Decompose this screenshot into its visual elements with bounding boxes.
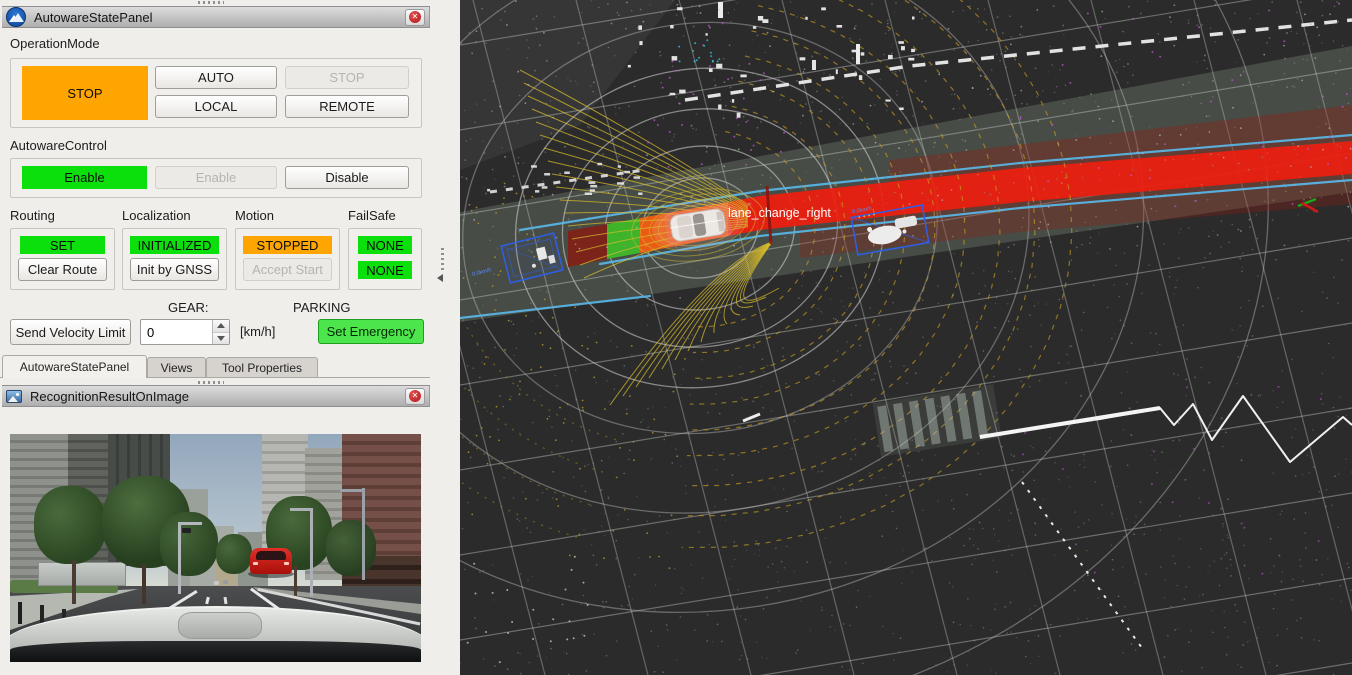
splitter-handle[interactable] xyxy=(441,248,444,270)
localization-label: Localization xyxy=(122,208,191,223)
init-by-gnss-button[interactable]: Init by GNSS xyxy=(130,258,219,281)
velocity-limit-spinbox[interactable] xyxy=(140,319,230,345)
splitter-collapse-arrow[interactable] xyxy=(437,274,443,282)
autoware-control-label: AutowareControl xyxy=(10,138,107,153)
traffic-signal xyxy=(182,528,191,533)
gear-label: GEAR: xyxy=(168,300,208,315)
behavior-state-label: lane_change_right xyxy=(728,206,831,220)
recognition-panel-titlebar[interactable]: RecognitionResultOnImage xyxy=(2,385,430,407)
distant-car xyxy=(214,581,219,585)
tree-trunk xyxy=(72,560,76,604)
motion-label: Motion xyxy=(235,208,274,223)
spinner-up-button[interactable] xyxy=(213,320,229,333)
autoware-logo-icon xyxy=(6,7,26,27)
state-panel-close-button[interactable] xyxy=(405,9,425,26)
accept-start-button[interactable]: Accept Start xyxy=(243,258,332,281)
street-pole-arm xyxy=(290,508,313,511)
failsafe-label: FailSafe xyxy=(348,208,396,223)
motion-state-badge: STOPPED xyxy=(243,236,332,254)
tree xyxy=(216,534,252,574)
set-emergency-button[interactable]: Set Emergency xyxy=(318,319,424,344)
recognition-panel-title: RecognitionResultOnImage xyxy=(30,389,405,404)
disable-control-button[interactable]: Disable xyxy=(285,166,409,189)
stop-mode-button[interactable]: STOP xyxy=(285,66,409,89)
red-car-taillight xyxy=(253,562,258,565)
rviz-3d-viewport[interactable]: 0.0km/h 0.0km/h lane_change_right xyxy=(460,0,1352,675)
kmh-unit-label: [km/h] xyxy=(240,324,275,339)
tab-tool-properties[interactable]: Tool Properties xyxy=(206,357,318,378)
red-car-taillight xyxy=(284,562,289,565)
dock-drag-handle-2[interactable] xyxy=(198,381,224,384)
velocity-limit-input[interactable] xyxy=(141,320,212,344)
ego-hood-pod xyxy=(178,612,262,639)
close-icon xyxy=(409,11,421,23)
tree xyxy=(326,520,376,576)
failsafe-mrm-state-badge: NONE xyxy=(358,236,412,254)
remote-mode-button[interactable]: REMOTE xyxy=(285,95,409,118)
close-icon xyxy=(409,390,421,402)
operation-mode-label: OperationMode xyxy=(10,36,100,51)
street-pole xyxy=(362,488,365,580)
street-pole-arm xyxy=(340,489,365,492)
street-pole xyxy=(178,522,181,594)
camera-image xyxy=(10,434,421,662)
guard-post xyxy=(18,602,22,624)
ego-dashboard xyxy=(10,641,421,662)
send-velocity-limit-button[interactable]: Send Velocity Limit xyxy=(10,319,131,345)
state-panel-title: AutowareStatePanel xyxy=(34,10,405,25)
routing-label: Routing xyxy=(10,208,55,223)
dock-drag-handle[interactable] xyxy=(198,1,224,4)
image-panel-icon xyxy=(6,390,22,403)
arrow-up-icon xyxy=(217,323,225,328)
state-panel-titlebar[interactable]: AutowareStatePanel xyxy=(2,6,430,28)
bus-shelter xyxy=(38,562,126,586)
red-car-window xyxy=(256,551,286,560)
routing-state-badge: SET xyxy=(20,236,105,254)
street-pole-arm xyxy=(178,522,202,525)
tab-views[interactable]: Views xyxy=(147,357,206,378)
tree-trunk xyxy=(142,564,146,604)
tab-autoware-state-panel[interactable]: AutowareStatePanel xyxy=(2,355,147,378)
enable-control-button[interactable]: Enable xyxy=(155,166,277,189)
spinner-arrows xyxy=(212,320,229,344)
spinner-down-button[interactable] xyxy=(213,333,229,345)
operation-mode-current-stop: STOP xyxy=(22,66,148,120)
street-pole xyxy=(310,508,313,596)
failsafe-mrm-behavior-badge: NONE xyxy=(358,261,412,279)
recognition-panel-close-button[interactable] xyxy=(405,388,425,405)
distant-car xyxy=(223,580,228,584)
local-mode-button[interactable]: LOCAL xyxy=(155,95,277,118)
tree xyxy=(34,486,106,564)
clear-route-button[interactable]: Clear Route xyxy=(18,258,107,281)
gear-value: PARKING xyxy=(293,300,351,315)
control-enabled-status: Enable xyxy=(22,166,147,189)
auto-mode-button[interactable]: AUTO xyxy=(155,66,277,89)
localization-state-badge: INITIALIZED xyxy=(130,236,219,254)
arrow-down-icon xyxy=(217,336,225,341)
